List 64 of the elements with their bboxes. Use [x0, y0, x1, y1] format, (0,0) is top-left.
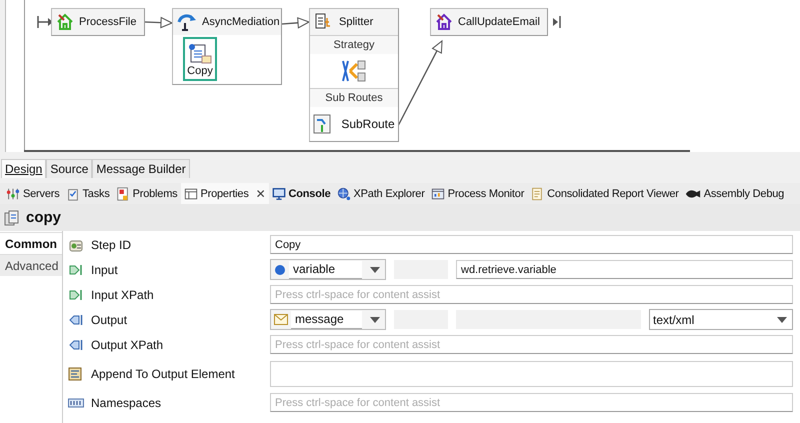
house-icon [56, 13, 74, 31]
side-tab[interactable]: Advanced [0, 254, 62, 276]
view-tab[interactable]: Consolidated Report Viewer [527, 183, 682, 204]
field-label: Step ID [91, 238, 132, 252]
document-icon [188, 43, 212, 65]
properties-title: copy [26, 209, 62, 226]
start-marker [37, 15, 53, 29]
globe-icon [336, 186, 350, 200]
dropdown[interactable]: message [270, 309, 386, 330]
text-field[interactable]: Press ctrl-space for content assist [270, 285, 793, 304]
field-label: Input [91, 262, 118, 276]
xml-split-icon [341, 59, 367, 83]
envelope-icon [274, 314, 288, 325]
child-step[interactable]: Copy [183, 37, 217, 81]
field-label: Append To Output Element [91, 366, 235, 380]
field-label: Input XPath [91, 288, 154, 302]
monitor-icon [272, 186, 286, 200]
view-tab[interactable]: Assembly Debug [682, 183, 788, 204]
editor-tab[interactable]: Design [1, 159, 46, 178]
view-tab[interactable]: Tasks [62, 183, 113, 204]
diagram-step[interactable]: ProcessFile [51, 8, 145, 36]
curved-arrow-icon [177, 12, 197, 32]
field-label: Output XPath [91, 338, 164, 352]
diagram-step[interactable]: AsyncMediation Copy [172, 8, 282, 85]
section-title: Strategy [310, 36, 398, 54]
sub-route-label[interactable]: SubRoute [341, 117, 395, 131]
circle-icon [274, 264, 286, 276]
document-icon [530, 186, 544, 200]
view-tab[interactable]: Properties ✕ [180, 183, 268, 204]
route-icon [313, 114, 332, 134]
diagram-step[interactable]: Splitter Strategy Sub Routes SubRoute [309, 8, 399, 142]
dropdown[interactable]: variable [270, 259, 386, 280]
field-label: Output [91, 312, 128, 326]
field-label: Namespaces [91, 396, 162, 410]
document-icon [4, 210, 20, 226]
diagram-step[interactable]: CallUpdateEmail [430, 8, 548, 36]
view-tab[interactable]: Console [268, 183, 334, 204]
text-field[interactable]: wd.retrieve.variable [456, 260, 793, 279]
text-area[interactable] [270, 360, 793, 386]
servers-icon [6, 186, 20, 200]
end-marker [550, 16, 561, 28]
text-field[interactable]: Press ctrl-space for content assist [270, 393, 793, 412]
view-tab[interactable]: XPath Explorer [334, 183, 428, 204]
dropdown[interactable]: text/xml [649, 309, 793, 330]
connector-arrow [282, 17, 310, 29]
dropdown-caret-icon [777, 316, 787, 322]
chart-window-icon [430, 186, 445, 200]
view-tab[interactable]: Problems [112, 183, 180, 204]
view-tab[interactable]: Process Monitor [428, 183, 528, 204]
append-element-icon [68, 366, 84, 382]
section-title: Sub Routes [310, 89, 398, 107]
text-field[interactable]: Copy [270, 235, 793, 254]
connector-arrow [144, 16, 174, 28]
dropdown-caret-icon [370, 266, 380, 272]
namespaces-icon [68, 398, 84, 408]
table-icon [184, 186, 198, 200]
editor-tab[interactable]: Message Builder [92, 159, 190, 178]
editor-tab[interactable]: Source [46, 159, 92, 178]
view-tab[interactable]: Servers [3, 183, 62, 204]
clipboard-icon [66, 186, 80, 200]
dropdown-caret-icon [370, 316, 380, 322]
close-icon[interactable]: ✕ [256, 186, 266, 200]
text-field[interactable]: Press ctrl-space for content assist [270, 335, 793, 354]
house-icon [435, 13, 453, 31]
